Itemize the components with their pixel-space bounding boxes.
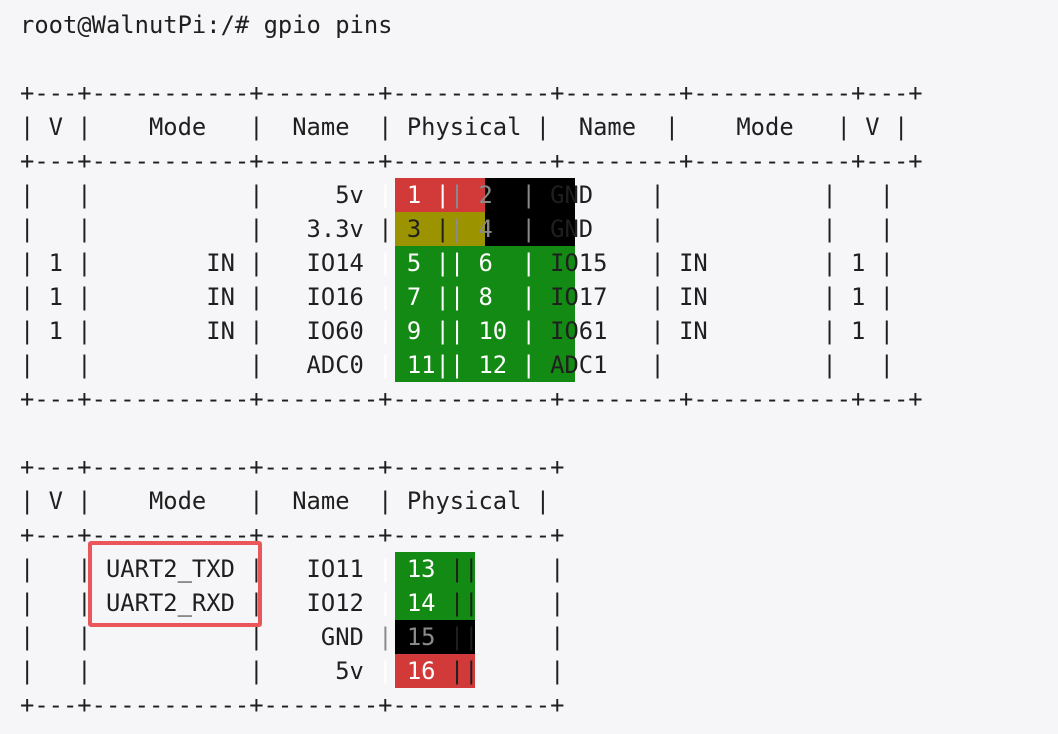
pin-number-left: | 3 | <box>378 215 450 243</box>
table-border: +---+-----------+--------+-----------+--… <box>20 147 923 175</box>
shell-prompt: root@WalnutPi:/# <box>20 11 264 39</box>
row-right-text: ADC1 | | | <box>535 351 894 379</box>
pin-number-right: | 10 | <box>449 317 536 345</box>
pin-number: | 13 <box>378 555 436 583</box>
row-right-text: GND | | | <box>535 181 894 209</box>
table-header: | V | Mode | Name | Physical | <box>20 487 551 515</box>
pin-number-right: | 12 | <box>449 351 536 379</box>
row-left-text: | 1 | IN | IO60 <box>20 317 379 345</box>
table-row: | | | 5v | 16 || | <box>20 654 923 688</box>
table-border: +---+-----------+--------+-----------+--… <box>20 385 923 413</box>
pin-number: | 15 <box>378 623 436 651</box>
pin-number-left: | 7 | <box>378 283 450 311</box>
table-row: | | | 3.3v | 3 || 4 | GND | | | <box>20 212 923 246</box>
pin-number: | 16 <box>378 657 436 685</box>
command-text: gpio pins <box>263 11 393 39</box>
row-right-text: GND | | | <box>535 215 894 243</box>
row-left-text: | | | ADC0 <box>20 351 379 379</box>
row-left-text: | | | 5v <box>20 657 379 685</box>
table-header: | V | Mode | Name | Physical | Name | Mo… <box>20 113 909 141</box>
table-row: | 1 | IN | IO16 | 7 || 8 | IO17 | IN | 1… <box>20 280 923 314</box>
pin-number-left: | 1 | <box>378 181 450 209</box>
row-right-text: || | <box>435 555 565 583</box>
row-left-text: | 1 | IN | IO16 <box>20 283 379 311</box>
row-right-text: IO15 | IN | 1 | <box>535 249 894 277</box>
uart-highlight-box <box>88 541 262 627</box>
row-left-text: | | | GND <box>20 623 379 651</box>
pin-number-right: | 8 | <box>449 283 536 311</box>
pin-number-right: | 4 | <box>449 215 536 243</box>
row-left-text: | | | 5v <box>20 181 379 209</box>
table-row: | | | 5v | 1 || 2 | GND | | | <box>20 178 923 212</box>
table-row: | 1 | IN | IO60 | 9 || 10 | IO61 | IN | … <box>20 314 923 348</box>
pin-number: | 14 <box>378 589 436 617</box>
pin-number-left: | 9 | <box>378 317 450 345</box>
row-right-text: IO61 | IN | 1 | <box>535 317 894 345</box>
pin-number-right: | 6 | <box>449 249 536 277</box>
row-right-text: IO17 | IN | 1 | <box>535 283 894 311</box>
row-right-text: || | <box>435 657 565 685</box>
table-border: +---+-----------+--------+-----------+ <box>20 691 565 719</box>
pin-number-left: | 5 | <box>378 249 450 277</box>
table-row: | | | ADC0 | 11|| 12 | ADC1 | | | <box>20 348 923 382</box>
row-left-text: | 1 | IN | IO14 <box>20 249 379 277</box>
table-row: | 1 | IN | IO14 | 5 || 6 | IO15 | IN | 1… <box>20 246 923 280</box>
table-border: +---+-----------+--------+-----------+ <box>20 453 565 481</box>
row-right-text: || | <box>435 589 565 617</box>
pin-number-right: | 2 | <box>449 181 536 209</box>
row-right-text: || | <box>435 623 565 651</box>
row-left-text: | | | 3.3v <box>20 215 379 243</box>
table-border: +---+-----------+--------+-----------+--… <box>20 79 923 107</box>
pin-number-left: | 11| <box>378 351 450 379</box>
command-line: root@WalnutPi:/# gpio pins <box>20 8 923 42</box>
pin-table-main: +---+-----------+--------+-----------+--… <box>20 76 923 416</box>
